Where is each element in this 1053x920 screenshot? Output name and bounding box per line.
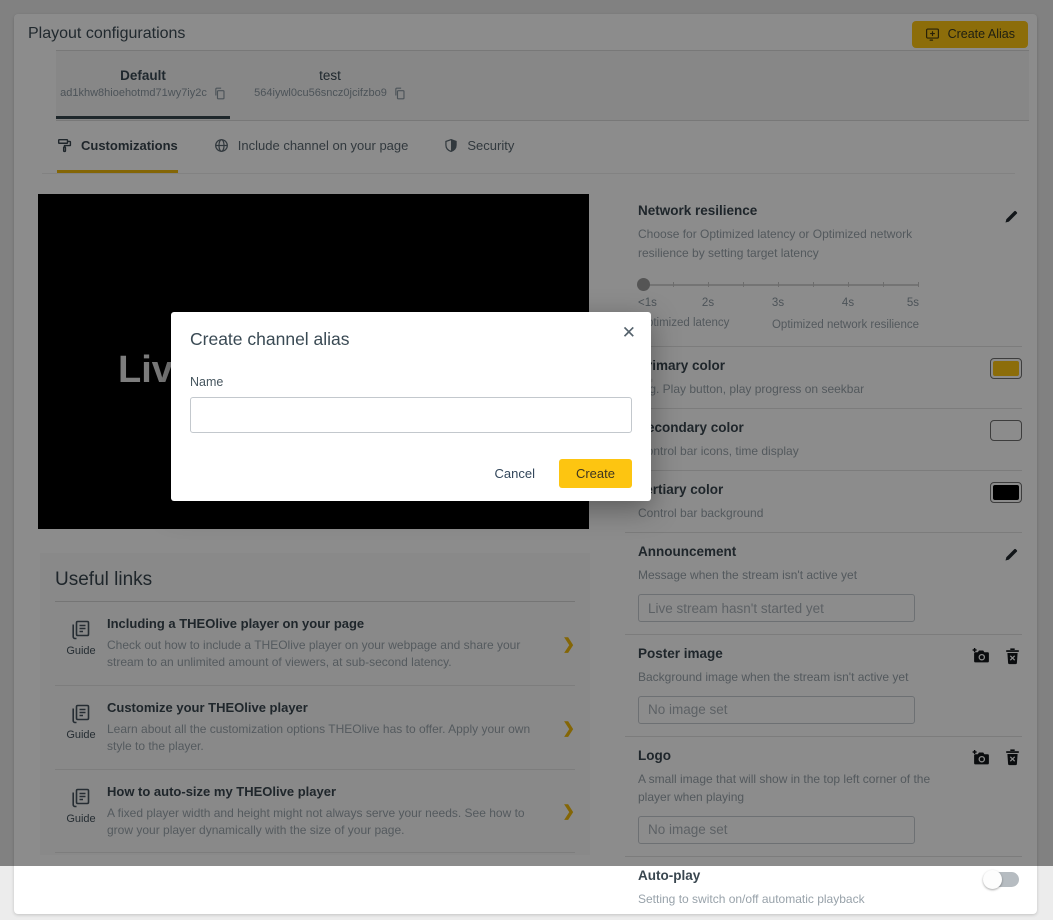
close-icon: ✕: [622, 323, 636, 342]
toggle-knob: [983, 870, 1002, 889]
alias-name-input[interactable]: [190, 397, 632, 433]
close-dialog-button[interactable]: ✕: [622, 323, 636, 343]
cancel-button[interactable]: Cancel: [495, 466, 535, 481]
create-button[interactable]: Create: [559, 459, 632, 488]
section-description: Setting to switch on/off automatic playb…: [638, 890, 938, 909]
dialog-title: Create channel alias: [190, 329, 350, 350]
auto-play-toggle[interactable]: [985, 872, 1019, 887]
section-title: Auto-play: [638, 868, 1022, 883]
create-channel-alias-dialog: Create channel alias ✕ Name Cancel Creat…: [171, 312, 651, 501]
name-field-label: Name: [190, 375, 223, 389]
